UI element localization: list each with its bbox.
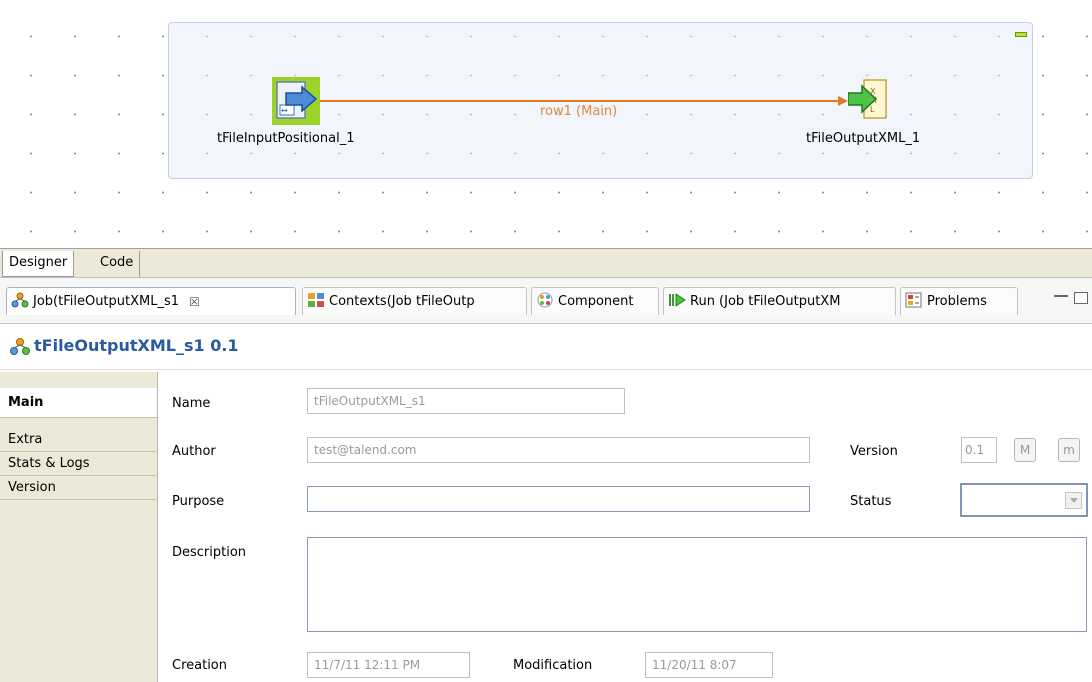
file-input-positional-icon[interactable]: ↔ — [272, 77, 320, 125]
file-output-xml-label: tFileOutputXML_1 — [806, 131, 921, 146]
tab-problems[interactable]: Problems — [900, 287, 1018, 315]
job-icon — [11, 292, 29, 312]
tab-run-label: Run (Job tFileOutputXM — [690, 294, 841, 309]
svg-text:L: L — [870, 105, 875, 114]
name-field[interactable]: tFileOutputXML_s1 — [307, 388, 625, 414]
problems-icon — [905, 292, 923, 312]
purpose-label: Purpose — [172, 494, 225, 509]
name-label: Name — [172, 396, 211, 411]
properties-side-tabs: Main Extra Stats & Logs Version — [0, 372, 158, 682]
version-field: 0.1 — [961, 437, 997, 463]
chevron-down-icon[interactable] — [1065, 492, 1082, 509]
status-label: Status — [850, 494, 892, 509]
job-header: tFileOutputXML_s1 0.1 — [0, 324, 1092, 370]
maximize-icon[interactable] — [1074, 292, 1088, 304]
author-label: Author — [172, 444, 216, 459]
tab-contexts[interactable]: Contexts(Job tFileOutp — [302, 287, 527, 315]
tab-component-label: Component — [558, 294, 634, 309]
tab-component[interactable]: Component — [531, 287, 659, 315]
version-label: Version — [850, 444, 898, 459]
run-icon — [668, 292, 686, 312]
job-title: tFileOutputXML_s1 0.1 — [34, 336, 239, 355]
file-input-positional-label: tFileInputPositional_1 — [217, 131, 355, 146]
creation-label: Creation — [172, 658, 228, 673]
tab-job-label: Job(tFileOutputXML_s1 — [33, 294, 180, 309]
modification-field: 11/20/11 8:07 — [645, 652, 773, 678]
job-icon — [10, 338, 30, 360]
designer-canvas[interactable]: row1 (Main) ↔ tFileInputPositional_1 X M… — [0, 0, 1092, 248]
side-tab-main[interactable]: Main — [0, 388, 157, 418]
major-version-button[interactable]: M — [1014, 438, 1036, 462]
status-select[interactable] — [960, 483, 1088, 517]
tab-job[interactable]: Job(tFileOutputXML_s1 ☒ — [6, 287, 296, 315]
close-icon[interactable]: ☒ — [189, 295, 200, 309]
modification-label: Modification — [513, 658, 593, 673]
tab-run[interactable]: Run (Job tFileOutputXM — [663, 287, 896, 315]
author-field[interactable]: test@talend.com — [307, 437, 810, 463]
side-tab-stats-logs[interactable]: Stats & Logs — [0, 452, 157, 476]
side-tab-extra[interactable]: Extra — [0, 428, 157, 452]
row-connection[interactable] — [0, 0, 1092, 248]
view-window-controls — [1054, 292, 1088, 304]
tab-problems-label: Problems — [927, 294, 987, 309]
svg-text:↔: ↔ — [281, 106, 288, 115]
tab-code[interactable]: Code — [94, 251, 141, 277]
description-label: Description — [172, 545, 247, 560]
connection-label[interactable]: row1 (Main) — [540, 104, 617, 119]
tab-contexts-label: Contexts(Job tFileOutp — [329, 294, 475, 309]
component-icon — [536, 292, 554, 312]
minimize-icon[interactable] — [1054, 295, 1068, 297]
description-field[interactable] — [307, 537, 1087, 632]
tab-designer[interactable]: Designer — [2, 251, 75, 277]
minor-version-button[interactable]: m — [1058, 438, 1080, 462]
creation-field: 11/7/11 12:11 PM — [307, 652, 470, 678]
purpose-field[interactable] — [307, 486, 810, 512]
file-output-xml-icon[interactable]: X M L — [847, 78, 888, 120]
view-tab-bar: Job(tFileOutputXML_s1 ☒ Contexts(Job tFi… — [0, 278, 1092, 324]
editor-tab-bar: Designer Code — [0, 248, 1092, 278]
side-tab-version[interactable]: Version — [0, 476, 157, 500]
contexts-icon — [307, 292, 325, 312]
